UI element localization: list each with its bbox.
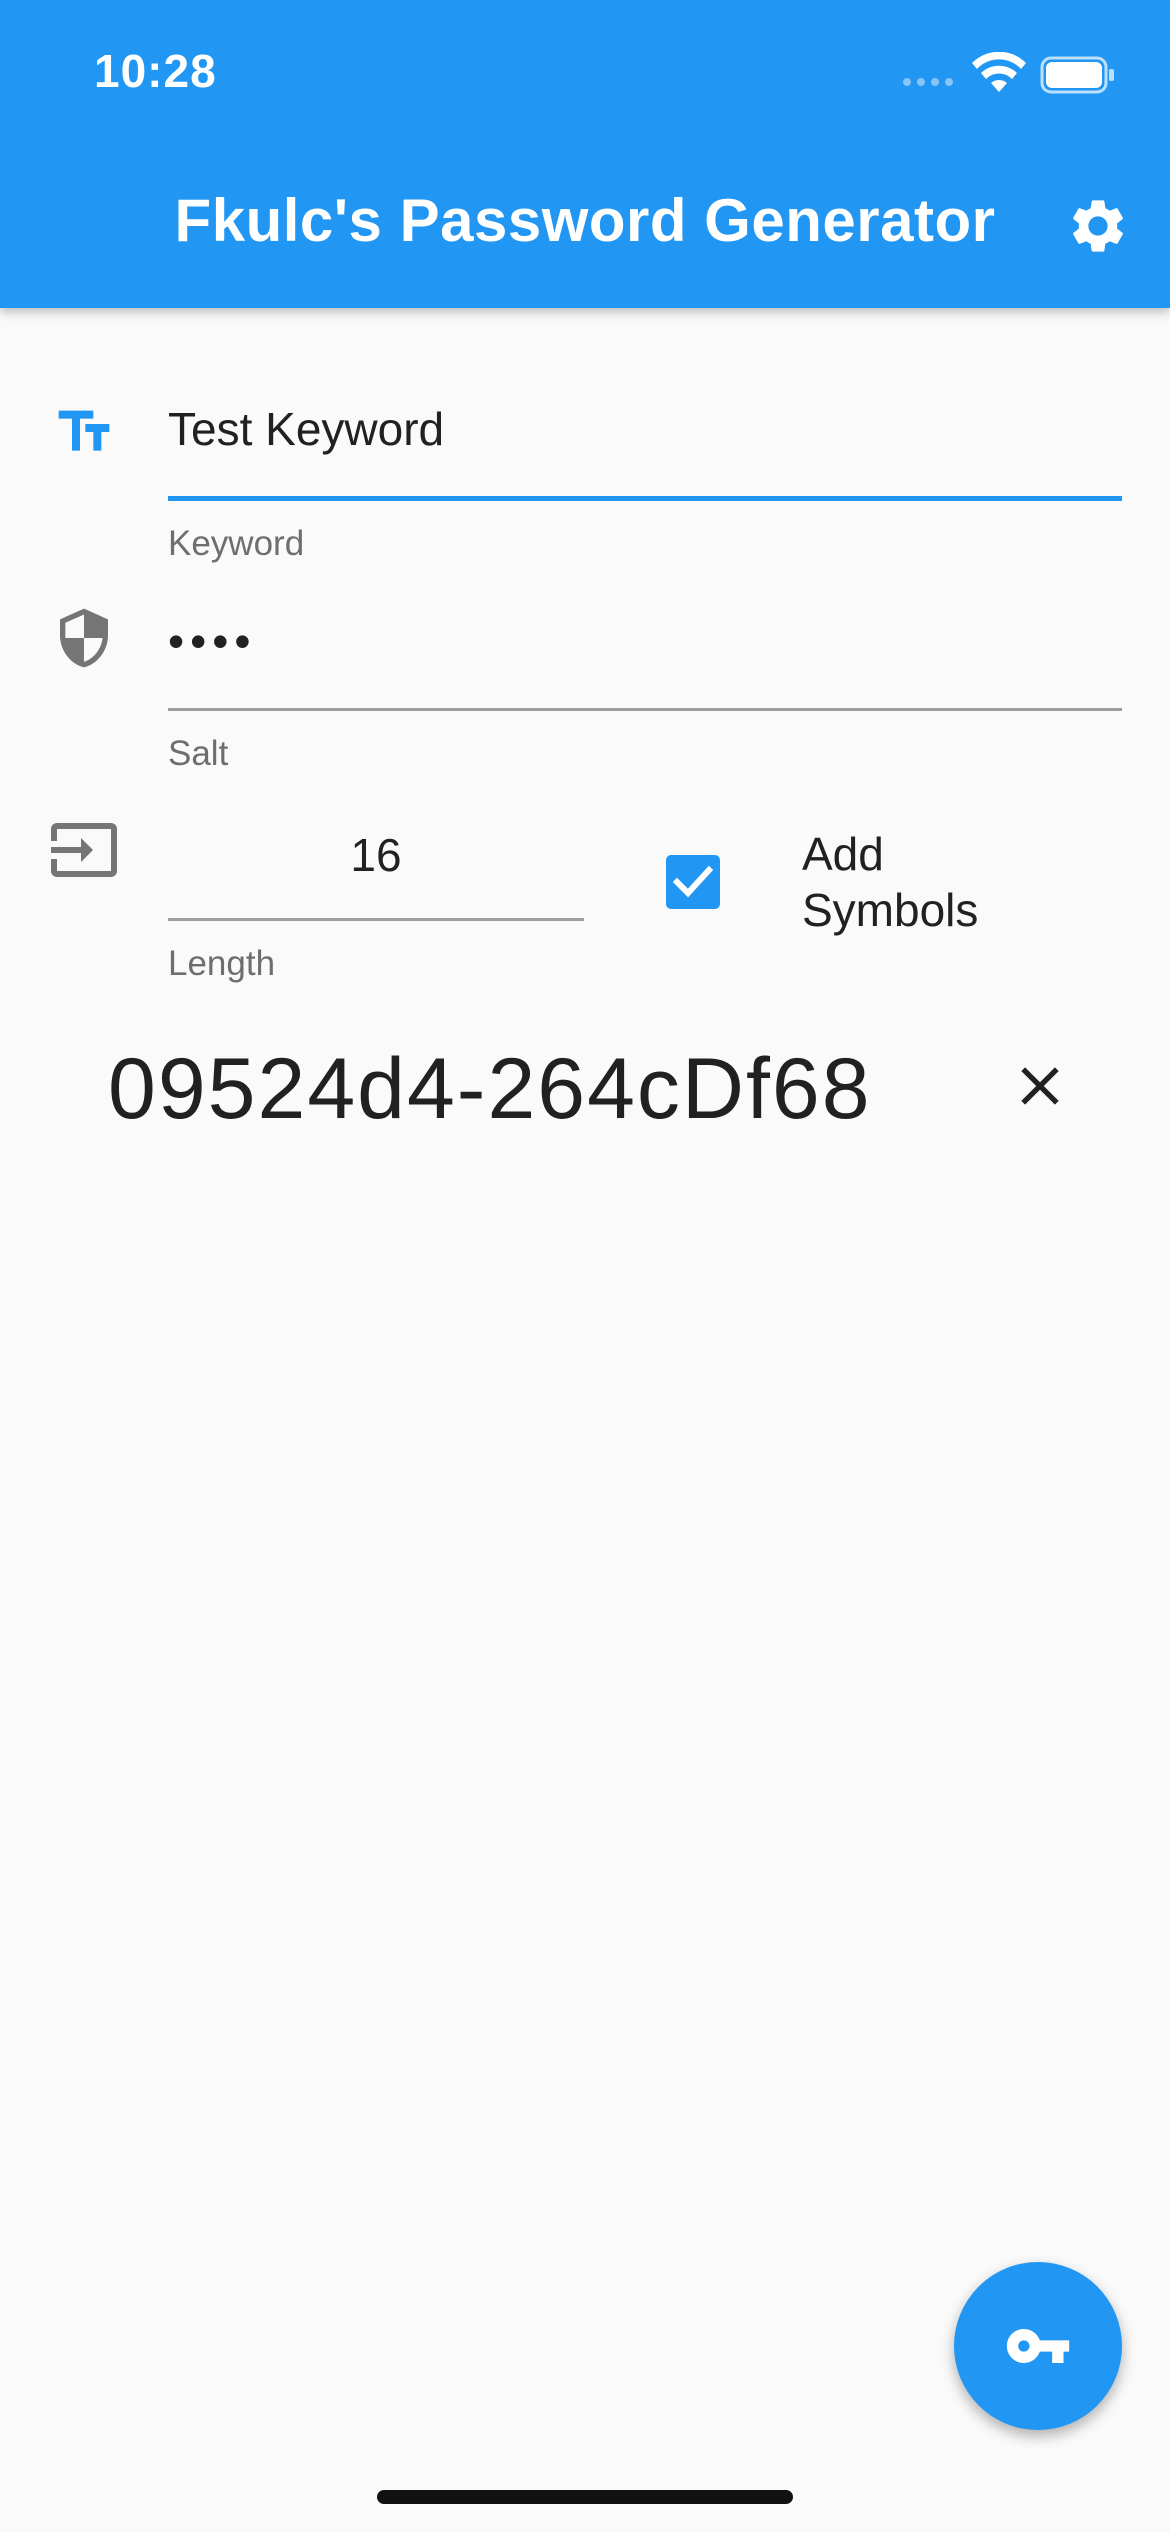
battery-icon — [1040, 56, 1114, 94]
length-underline — [168, 918, 584, 921]
generate-button[interactable] — [954, 2262, 1122, 2430]
keyword-input[interactable]: Test Keyword — [168, 402, 444, 456]
input-icon — [51, 823, 117, 877]
app-title: Fkulc's Password Generator — [174, 187, 996, 254]
status-time: 10:28 — [94, 45, 217, 97]
generated-password: 09524d4-264cDf68 — [108, 1041, 872, 1137]
length-field[interactable]: 16 — [168, 816, 584, 926]
check-icon — [673, 865, 713, 898]
salt-field[interactable]: •••• — [168, 600, 1122, 712]
wifi-icon — [972, 52, 1026, 92]
keyword-label: Keyword — [168, 524, 305, 563]
length-label: Length — [168, 944, 276, 983]
cellular-signal-icon — [903, 78, 953, 86]
text-fields-icon — [58, 410, 110, 451]
home-indicator — [377, 2490, 793, 2504]
add-symbols-checkbox[interactable] — [666, 855, 720, 909]
app-screen: 10:28 Fkulc's Password Generator Test Ke… — [0, 0, 1170, 2532]
gear-icon[interactable] — [1066, 194, 1130, 258]
app-bar: 10:28 Fkulc's Password Generator — [0, 0, 1170, 308]
key-icon — [1006, 2329, 1070, 2363]
keyword-underline — [168, 496, 1122, 501]
length-input[interactable]: 16 — [168, 828, 584, 882]
salt-input[interactable]: •••• — [168, 614, 256, 668]
add-symbols-label[interactable]: Add Symbols — [802, 826, 1042, 938]
shield-icon — [60, 608, 108, 668]
keyword-field[interactable]: Test Keyword — [168, 388, 1122, 508]
close-icon[interactable] — [1008, 1054, 1072, 1118]
salt-underline — [168, 708, 1122, 711]
salt-label: Salt — [168, 734, 229, 773]
